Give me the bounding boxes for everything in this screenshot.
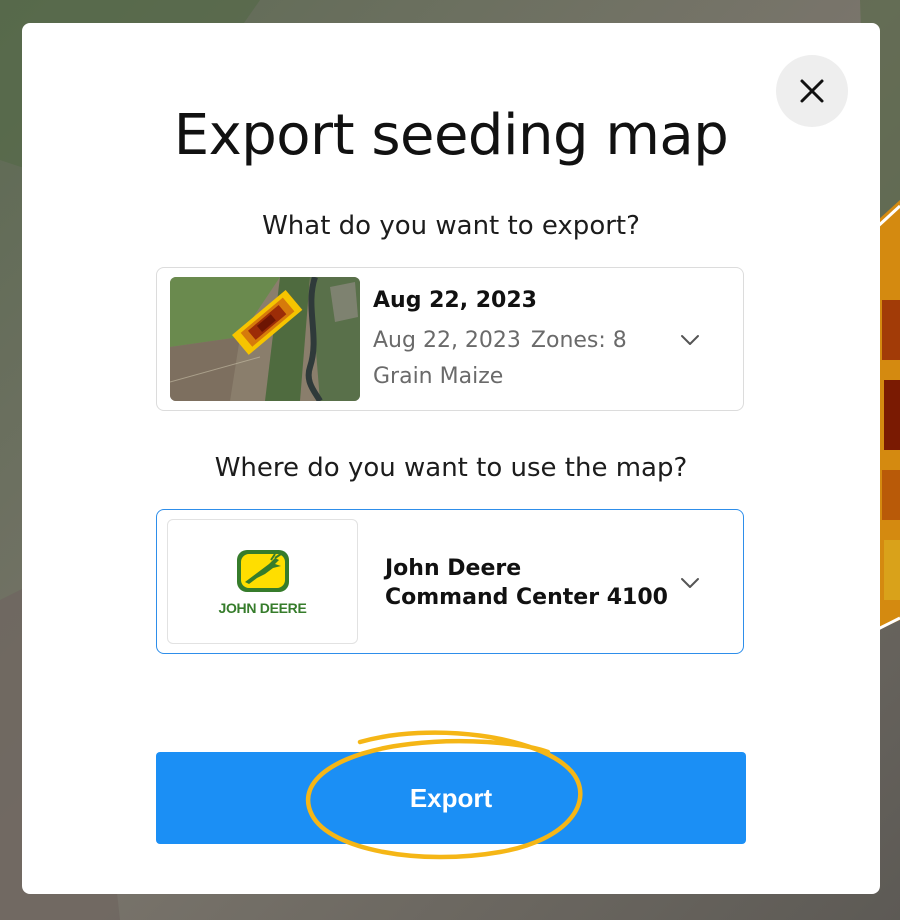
device-name: John Deere Command Center 4100 <box>385 554 668 612</box>
chevron-down-icon[interactable] <box>679 572 701 594</box>
device-model: Command Center 4100 <box>385 585 668 610</box>
export-modal: Export seeding map What do you want to e… <box>22 23 880 894</box>
selected-map-crop: Grain Maize <box>373 364 504 389</box>
chevron-down-icon[interactable] <box>679 329 701 351</box>
selected-map-date: Aug 22, 2023 <box>373 328 521 353</box>
map-thumbnail <box>170 277 360 401</box>
selected-map-meta: Aug 22, 2023 Zones: 8 <box>373 328 627 353</box>
selected-map-zones: Zones: 8 <box>530 328 627 353</box>
modal-title: Export seeding map <box>173 103 729 168</box>
device-select[interactable]: JOHN DEERE John Deere Command Center 410… <box>156 509 744 654</box>
seeding-map-select[interactable]: Aug 22, 2023 Aug 22, 2023 Zones: 8 Grain … <box>156 267 744 411</box>
export-source-question: What do you want to export? <box>262 211 640 241</box>
export-target-question: Where do you want to use the map? <box>214 453 688 483</box>
deer-icon <box>236 549 289 592</box>
export-button-label: Export <box>409 782 493 813</box>
logo-text: JOHN DEERE <box>218 599 307 616</box>
john-deere-logo: JOHN DEERE <box>167 519 358 644</box>
selected-map-title: Aug 22, 2023 <box>373 288 537 313</box>
device-brand: John Deere <box>385 556 522 581</box>
close-icon <box>800 79 824 103</box>
export-button[interactable]: Export <box>156 752 746 844</box>
